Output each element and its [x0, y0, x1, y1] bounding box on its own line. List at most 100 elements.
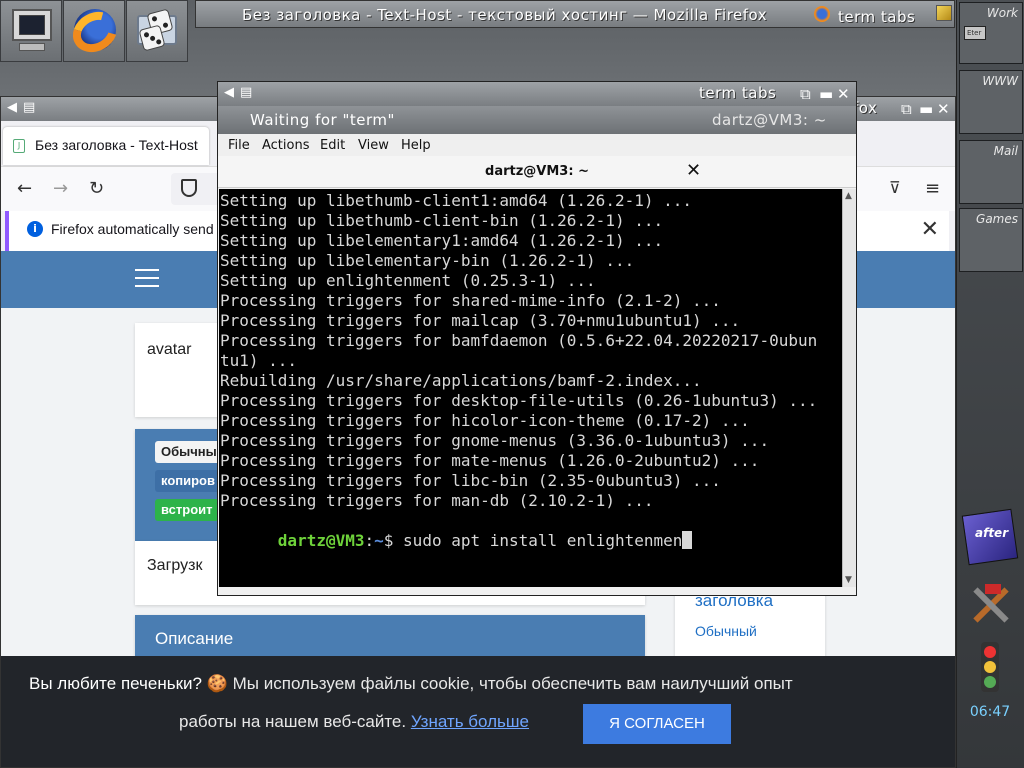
cookie-icon: 🍪: [206, 674, 228, 693]
tag-embed[interactable]: встроит: [155, 499, 219, 521]
menu-file[interactable]: File: [228, 138, 250, 153]
terminal-output-line: Processing triggers for bamfdaemon (0.5.…: [220, 331, 818, 350]
window-menu-icon[interactable]: ▤: [240, 85, 252, 100]
text-cursor: [682, 531, 693, 549]
terminal-output-line: Setting up libethumb-client-bin (1.26.2-…: [220, 211, 664, 230]
top-window-titlebar[interactable]: Без заголовка - Text-Host - текстовый хо…: [195, 0, 955, 28]
scroll-up-icon[interactable]: ▲: [845, 191, 852, 201]
pager-desktop-mail[interactable]: Mail: [959, 140, 1023, 204]
cookie-text: Мы используем файлы cookie, чтобы обеспе…: [232, 674, 793, 693]
firefox-launcher[interactable]: [63, 0, 125, 62]
terminal-header-title: dartz@VM3: ~: [485, 164, 589, 179]
resize-grip-icon[interactable]: [936, 5, 952, 21]
tracking-shield-icon[interactable]: [181, 179, 197, 197]
notification-close-icon[interactable]: ✕: [921, 217, 939, 242]
terminal-output-line: Processing triggers for mate-menus (1.26…: [220, 451, 760, 470]
terminal-tabs: Waiting for "term" dartz@VM3: ~: [218, 106, 856, 134]
window-menu-icon[interactable]: ▤: [23, 100, 35, 115]
terminal-window: ◀ ▤ term tabs ⧉ ▬ ✕ Waiting for "term" d…: [217, 81, 857, 596]
cookie-banner: Вы любите печеньки? 🍪 Мы используем файл…: [1, 656, 955, 767]
menu-actions[interactable]: Actions: [262, 138, 310, 153]
pager-desktop-label: WWW: [982, 74, 1018, 88]
close-icon[interactable]: ✕: [937, 100, 950, 118]
menu-edit[interactable]: Edit: [320, 138, 345, 153]
terminal-output-line: Processing triggers for desktop-file-uti…: [220, 391, 818, 410]
browser-tab[interactable]: J Без заголовка - Text-Host: [3, 127, 209, 165]
terminal-output-line: Processing triggers for libc-bin (2.35-0…: [220, 471, 721, 490]
terminal-output-line: Processing triggers for gnome-menus (3.3…: [220, 431, 770, 450]
terminal-prompt-line[interactable]: dartz@VM3:~$ sudo apt install enlightenm…: [220, 511, 693, 571]
terminal-titlebar[interactable]: ◀ ▤ term tabs ⧉ ▬ ✕: [218, 82, 856, 106]
hamburger-menu-icon[interactable]: ≡: [925, 178, 940, 199]
accept-cookies-button[interactable]: Я СОГЛАСЕН: [583, 704, 731, 744]
terminal-output-line: Setting up libethumb-client1:amd64 (1.26…: [220, 191, 693, 210]
cookie-line-2: работы на нашем веб-сайте. Узнать больше: [179, 712, 529, 732]
back-arrow-icon[interactable]: ←: [17, 178, 32, 199]
typed-command: sudo apt install enlightenmen: [403, 531, 683, 550]
terminal-window-title: term tabs: [699, 84, 777, 102]
desktop-pager: Work Eter WWW Mail Games after: [956, 0, 1024, 768]
terminal-menubar: File Actions Edit View Help: [218, 134, 856, 156]
description-heading: Описание: [155, 629, 234, 648]
terminal-headerbar: dartz@VM3: ~ ✕: [218, 156, 856, 188]
window-menu-arrow-icon[interactable]: ◀: [7, 100, 17, 115]
terminal-output-line: Rebuilding /usr/share/applications/bamf-…: [220, 371, 702, 390]
sidebar-link-plain[interactable]: Обычный: [695, 623, 757, 639]
learn-more-link[interactable]: Узнать больше: [411, 712, 529, 731]
pager-desktop-www[interactable]: WWW: [959, 70, 1023, 134]
site-menu-icon[interactable]: [135, 269, 159, 289]
terminal-output-line: Processing triggers for shared-mime-info…: [220, 291, 721, 310]
minimize-icon[interactable]: ▬: [919, 100, 933, 118]
iconify-icon[interactable]: ⧉: [800, 85, 811, 103]
pocket-icon[interactable]: ⊽: [889, 178, 901, 197]
terminal-output-line: Setting up libelementary-bin (1.26.2-1) …: [220, 251, 635, 270]
terminal-output[interactable]: Setting up libethumb-client1:amd64 (1.26…: [219, 189, 842, 587]
terminal-output-line: Processing triggers for mailcap (3.70+nm…: [220, 311, 741, 330]
cookie-line-1: Вы любите печеньки? 🍪 Мы используем файл…: [29, 674, 793, 694]
firefox-small-icon: [814, 6, 830, 22]
monitor-launcher[interactable]: [0, 0, 62, 62]
firefox-icon: [65, 4, 125, 60]
browser-tab-label: Без заголовка - Text-Host: [35, 137, 198, 153]
pager-desktop-label: Mail: [993, 144, 1018, 158]
window-menu-arrow-icon[interactable]: ◀: [224, 85, 234, 100]
tag-copy[interactable]: копиров: [155, 470, 221, 492]
minimize-icon[interactable]: ▬: [819, 85, 833, 103]
top-window-tabs-label: term tabs: [838, 8, 916, 26]
monitor-icon: [9, 7, 55, 53]
tab-waiting[interactable]: Waiting for "term": [250, 111, 395, 129]
pager-desktop-games[interactable]: Games: [959, 208, 1023, 272]
pager-desktop-work[interactable]: Work Eter: [959, 2, 1023, 64]
close-tab-icon[interactable]: ✕: [686, 160, 701, 181]
close-icon[interactable]: ✕: [837, 85, 850, 103]
site-favicon-icon: J: [13, 139, 25, 153]
games-launcher[interactable]: [126, 0, 188, 62]
afterstep-icon[interactable]: after: [961, 508, 1019, 568]
reload-icon[interactable]: ↻: [89, 178, 104, 199]
prompt-user: dartz@VM3: [277, 531, 365, 550]
tag-plain[interactable]: Обычны: [155, 441, 223, 463]
cookie-question: Вы любите печеньки?: [29, 674, 202, 693]
terminal-output-line: Setting up libelementary1:amd64 (1.26.2-…: [220, 231, 664, 250]
terminal-output-line: tu1) ...: [220, 351, 298, 370]
avatar-text: avatar: [147, 341, 192, 358]
terminal-scrollbar[interactable]: ▲ ▼: [842, 189, 856, 587]
iconify-icon[interactable]: ⧉: [901, 100, 912, 118]
info-icon: i: [27, 221, 43, 237]
terminal-output-line: Setting up enlightenment (0.25.3-1) ...: [220, 271, 596, 290]
top-window-title: Без заголовка - Text-Host - текстовый хо…: [242, 6, 768, 24]
menu-help[interactable]: Help: [401, 138, 431, 153]
pager-mini-window: Eter: [964, 26, 986, 40]
scroll-down-icon[interactable]: ▼: [845, 575, 852, 585]
notification-text: Firefox automatically send: [51, 221, 214, 237]
games-icon: [135, 7, 181, 53]
cookie-text-2: работы на нашем веб-сайте.: [179, 712, 407, 731]
terminal-output-line: Processing triggers for hicolor-icon-the…: [220, 411, 750, 430]
menu-view[interactable]: View: [358, 138, 389, 153]
tab-active[interactable]: dartz@VM3: ~: [712, 111, 827, 129]
clock: 06:47: [969, 704, 1011, 720]
traffic-light-icon[interactable]: [961, 638, 1019, 698]
forward-arrow-icon[interactable]: →: [53, 178, 68, 199]
tools-icon[interactable]: [961, 576, 1019, 636]
pager-desktop-label: Work: [986, 6, 1018, 20]
